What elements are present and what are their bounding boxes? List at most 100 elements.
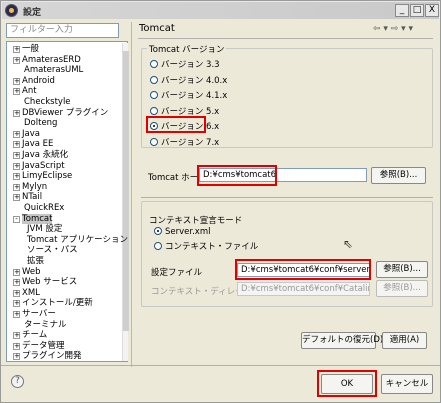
radio-dot-icon[interactable] bbox=[150, 106, 158, 115]
radio-dot-icon[interactable] bbox=[150, 137, 158, 146]
preference-tree[interactable]: + 一般 + AmaterasERD AmaterasUML + Android + Ant Ch… bbox=[6, 41, 129, 362]
expand-icon[interactable]: + bbox=[13, 311, 20, 318]
cancel-button[interactable]: キャンセル bbox=[381, 374, 433, 394]
title-divider bbox=[138, 38, 433, 39]
context-radio[interactable]: Server.xml bbox=[154, 226, 210, 238]
expand-icon[interactable]: + bbox=[13, 300, 20, 308]
tree-item-label: Checkstyle bbox=[24, 97, 71, 107]
tree-item[interactable]: + Java 永続化 bbox=[13, 150, 68, 161]
context-group-legend: コンテキスト宣言モード bbox=[147, 214, 245, 226]
expand-icon[interactable]: + bbox=[13, 353, 20, 361]
splitter[interactable] bbox=[131, 22, 132, 367]
tree-item-label: Mylyn bbox=[22, 181, 48, 192]
radio-dot-icon[interactable] bbox=[150, 75, 158, 84]
tree-item[interactable]: - Tomcat bbox=[13, 213, 53, 225]
version-group-legend: Tomcat バージョン bbox=[147, 43, 227, 55]
tree-item[interactable]: + Android bbox=[13, 76, 55, 87]
section-divider bbox=[141, 197, 433, 198]
tree-item[interactable]: + NTail bbox=[13, 192, 42, 203]
expand-icon[interactable]: + bbox=[13, 46, 20, 53]
version-radio[interactable]: バージョン 3.3 bbox=[150, 59, 220, 71]
expand-icon[interactable]: + bbox=[13, 279, 20, 287]
minimize-button[interactable]: _ bbox=[395, 4, 409, 17]
tree-scrollbar[interactable] bbox=[122, 43, 129, 361]
tree-item[interactable]: + プラグイン開発 bbox=[13, 351, 82, 362]
expand-icon[interactable]: + bbox=[13, 162, 20, 170]
expand-icon[interactable]: + bbox=[13, 342, 20, 350]
tree-item-label: データ管理 bbox=[22, 340, 65, 351]
tree-item-label: Web サービス bbox=[22, 277, 78, 288]
tree-item[interactable]: Checkstyle bbox=[13, 97, 71, 108]
scroll-thumb[interactable] bbox=[123, 51, 129, 331]
radio-dot-icon[interactable] bbox=[150, 60, 158, 68]
maximize-button[interactable]: □ bbox=[410, 4, 424, 17]
tree-item[interactable]: + インストール/更新 bbox=[13, 298, 93, 309]
tree-item-label: LimyEclipse bbox=[22, 171, 73, 182]
version-radio[interactable]: バージョン 4.0.x bbox=[150, 75, 227, 87]
tree-item-label: AmaterasUML bbox=[24, 65, 84, 76]
expand-icon[interactable]: + bbox=[13, 152, 20, 159]
expand-icon[interactable]: + bbox=[13, 268, 20, 276]
expand-icon[interactable]: + bbox=[13, 183, 20, 191]
tree-item[interactable]: + Web bbox=[13, 267, 41, 278]
tree-item-label: Tomcat アプリケーション bbox=[27, 234, 128, 245]
expand-icon[interactable]: + bbox=[13, 141, 20, 149]
version-radio[interactable]: バージョン 4.1.x bbox=[150, 90, 227, 102]
tree-item[interactable]: + サーバー bbox=[13, 309, 56, 320]
tree-item[interactable]: ソース・パス bbox=[27, 245, 78, 256]
tree-item[interactable]: + DBViewer プラグイン bbox=[13, 108, 108, 119]
tree-item[interactable]: JVM 設定 bbox=[27, 224, 62, 235]
tree-item[interactable]: + LimyEclipse bbox=[13, 171, 72, 182]
expand-icon[interactable]: + bbox=[13, 332, 20, 340]
tree-item[interactable]: Tomcat アプリケーション bbox=[27, 235, 128, 246]
home-browse-button[interactable]: 参照(B)... bbox=[371, 167, 426, 184]
expand-icon[interactable]: + bbox=[13, 289, 20, 297]
tree-item[interactable]: + Ant bbox=[13, 86, 37, 97]
radio-dot-icon[interactable] bbox=[154, 227, 162, 235]
tree-item[interactable]: Dolteng bbox=[13, 118, 57, 129]
expand-icon[interactable]: + bbox=[13, 88, 20, 96]
config-file-label: 設定ファイル bbox=[151, 268, 203, 278]
tree-item[interactable]: QuickREx bbox=[13, 203, 64, 214]
restore-defaults-button[interactable]: デフォルトの復元(D) bbox=[301, 332, 383, 349]
expand-icon[interactable]: + bbox=[13, 173, 20, 181]
tree-item[interactable]: + Java EE bbox=[13, 139, 53, 150]
eclipse-icon bbox=[5, 4, 18, 17]
expand-icon[interactable]: + bbox=[13, 56, 20, 64]
collapse-icon[interactable]: - bbox=[13, 215, 20, 223]
tree-item[interactable]: + Web サービス bbox=[13, 277, 77, 288]
tree-item-label: NTail bbox=[22, 192, 43, 203]
radio-dot-icon[interactable] bbox=[150, 91, 158, 99]
tree-item[interactable]: ターミナル bbox=[13, 320, 67, 331]
tree-item[interactable]: + JavaScript bbox=[13, 161, 65, 172]
version-radio[interactable]: バージョン 7.x bbox=[150, 137, 219, 149]
tree-item[interactable]: 拡張 bbox=[27, 256, 44, 267]
expand-icon[interactable]: + bbox=[13, 130, 20, 138]
radio-dot-icon[interactable] bbox=[154, 242, 162, 250]
context-radio-label: コンテキスト・ファイル bbox=[165, 242, 259, 252]
config-browse-button[interactable]: 参照(B)... bbox=[376, 261, 428, 278]
tree-item-label: DBViewer プラグイン bbox=[22, 107, 109, 118]
help-icon[interactable]: ? bbox=[11, 375, 24, 388]
close-button[interactable]: X bbox=[425, 4, 439, 17]
filter-input[interactable]: フィルター入力 bbox=[6, 23, 119, 38]
expand-icon[interactable]: + bbox=[13, 194, 20, 202]
context-dir-browse-button: 参照(B)... bbox=[376, 280, 428, 297]
tree-item[interactable]: + チーム bbox=[13, 330, 47, 341]
tree-item[interactable]: + AmaterasERD bbox=[13, 55, 81, 66]
tree-item[interactable]: AmaterasUML bbox=[13, 65, 83, 76]
tree-item[interactable]: + Mylyn bbox=[13, 182, 47, 193]
tree-item[interactable]: + 一般 bbox=[13, 44, 39, 55]
expand-icon[interactable]: + bbox=[13, 77, 20, 85]
tree-item[interactable]: + Java bbox=[13, 129, 40, 140]
tree-item-label: プラグイン開発 bbox=[22, 351, 82, 362]
apply-button[interactable]: 適用(A) bbox=[382, 332, 427, 349]
tree-item-label: Ant bbox=[22, 86, 37, 97]
version-radio-label: バージョン 7.x bbox=[161, 137, 220, 148]
preferences-window: 設定 _ □ X フィルター入力 + 一般 + AmaterasERD Amateras… bbox=[0, 0, 441, 403]
tree-item-label: AmaterasERD bbox=[22, 54, 81, 65]
tree-item-label: ソース・パス bbox=[27, 245, 78, 256]
history-nav[interactable]: ⇦ ▾ ⇨ ▾ ▾ bbox=[373, 24, 413, 34]
expand-icon[interactable]: + bbox=[13, 109, 20, 117]
context-radio[interactable]: コンテキスト・ファイル bbox=[154, 241, 258, 253]
